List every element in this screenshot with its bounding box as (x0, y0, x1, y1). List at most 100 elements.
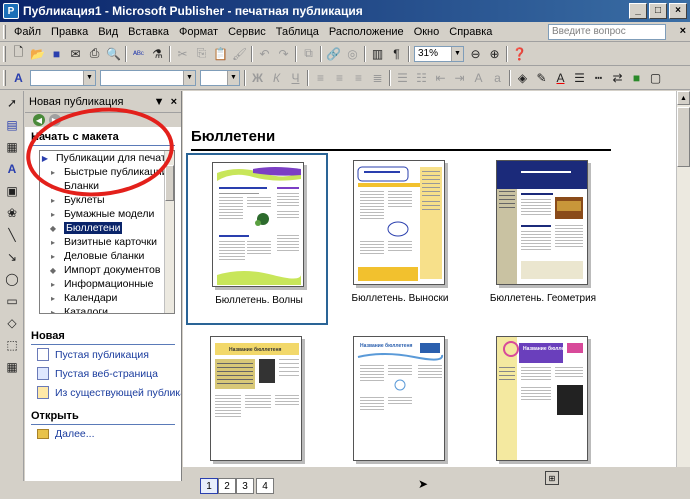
line-icon[interactable]: ╲ (2, 225, 22, 245)
tree-item-import-documents[interactable]: ◆ Импорт документов (40, 263, 174, 277)
text-box-icon[interactable]: ▤ (2, 115, 22, 135)
research-icon[interactable]: ⚗ (148, 44, 167, 63)
paste-icon[interactable]: 📋 (211, 44, 230, 63)
mail-icon[interactable]: ✉ (66, 44, 85, 63)
menu-table[interactable]: Таблица (271, 26, 324, 38)
menu-edit[interactable]: Правка (46, 26, 93, 38)
design-gallery-icon[interactable]: ▦ (2, 357, 22, 377)
toolbar-grip[interactable] (3, 69, 6, 86)
insert-table-icon[interactable]: ▦ (2, 137, 22, 157)
justify-icon[interactable]: ≣ (368, 68, 387, 87)
font-grow-icon[interactable]: A (469, 68, 488, 87)
thumbnail-newsletter-4[interactable]: Название бюллетеня (186, 329, 328, 467)
tree-item-business-forms[interactable]: ▸ Деловые бланки (40, 249, 174, 263)
pilcrow-icon[interactable]: ¶ (387, 44, 406, 63)
menu-file[interactable]: Файл (9, 26, 46, 38)
align-left-icon[interactable]: ≡ (311, 68, 330, 87)
new-icon[interactable]: 🗋 (9, 44, 28, 63)
oval-icon[interactable]: ◯ (2, 269, 22, 289)
styles-icon[interactable]: A (9, 68, 28, 87)
menu-tools[interactable]: Сервис (223, 26, 271, 38)
menu-arrange[interactable]: Расположение (324, 26, 409, 38)
3d-style-icon[interactable]: ▢ (646, 68, 665, 87)
numbering-icon[interactable]: ☰ (393, 68, 412, 87)
open-icon[interactable]: 📂 (28, 44, 47, 63)
tree-item-brochures[interactable]: ▸ Буклеты (40, 193, 174, 207)
underline-icon[interactable]: Ч (286, 68, 305, 87)
toolbar-grip[interactable] (3, 45, 6, 62)
menu-window[interactable]: Окно (409, 26, 445, 38)
maximize-button[interactable]: □ (649, 3, 667, 19)
increase-indent-icon[interactable]: ⇥ (450, 68, 469, 87)
link-blank-web-page[interactable]: Пустая веб-страница (25, 364, 181, 383)
thumbnail-newsletter-5[interactable]: Название бюллетеня (329, 329, 471, 467)
tree-item-informational[interactable]: ▸ Информационные (40, 277, 174, 291)
chevron-down-icon[interactable]: ▼ (83, 70, 95, 85)
shadow-style-icon[interactable]: ■ (627, 68, 646, 87)
tree-item-catalogs[interactable]: ▸ Каталоги (40, 305, 174, 313)
link-more[interactable]: Далее... (25, 425, 181, 443)
link-blank-publication[interactable]: Пустая публикация (25, 345, 181, 364)
tree-item-forms[interactable]: ▸ Бланки (40, 179, 174, 193)
print-preview-icon[interactable]: 🔍 (104, 44, 123, 63)
chevron-down-icon[interactable]: ▼ (154, 96, 165, 108)
thumbnail-newsletter-waves[interactable]: Бюллетень. Волны (186, 153, 328, 325)
font-shrink-icon[interactable]: a (488, 68, 507, 87)
tree-item-paper-models[interactable]: ▸ Бумажные модели (40, 207, 174, 221)
font-color-icon[interactable]: A (551, 68, 570, 87)
tree-item-business-cards[interactable]: ▸ Визитные карточки (40, 235, 174, 249)
picture-frame-icon[interactable]: ▣ (2, 181, 22, 201)
bold-icon[interactable]: Ж (248, 68, 267, 87)
page-button-3[interactable]: 3 (236, 478, 254, 494)
page-button-1[interactable]: 1 (200, 478, 218, 494)
menu-grip[interactable] (3, 24, 6, 39)
menu-insert[interactable]: Вставка (123, 26, 174, 38)
publisher-icon[interactable]: P (3, 3, 19, 19)
tree-root-print-publications[interactable]: ▶ Публикации для печати (40, 151, 174, 165)
select-objects-icon[interactable]: ➚ (2, 93, 22, 113)
ask-question-input[interactable]: Введите вопрос (548, 24, 666, 40)
dash-style-icon[interactable]: ┅ (589, 68, 608, 87)
undo-icon[interactable]: ↶ (255, 44, 274, 63)
fill-color-icon[interactable]: ◈ (513, 68, 532, 87)
gallery-scroll-thumb[interactable] (677, 107, 690, 167)
chevron-down-icon[interactable]: ▼ (451, 46, 463, 61)
thumbnail-newsletter-geometry[interactable]: Бюллетень. Геометрия (472, 153, 614, 325)
italic-icon[interactable]: К (267, 68, 286, 87)
rectangle-icon[interactable]: ▭ (2, 291, 22, 311)
chevron-down-icon[interactable]: ▼ (183, 70, 195, 85)
web-icon[interactable]: ◎ (343, 44, 362, 63)
minimize-button[interactable]: _ (629, 3, 647, 19)
link-from-existing[interactable]: Из существующей публикации (25, 383, 181, 402)
print-icon[interactable]: ⎙ (85, 44, 104, 63)
autoshapes-icon[interactable]: ◇ (2, 313, 22, 333)
hotspot-icon[interactable]: ⬚ (2, 335, 22, 355)
save-icon[interactable]: ■ (47, 44, 66, 63)
align-center-icon[interactable]: ≡ (330, 68, 349, 87)
help-icon[interactable]: ❓ (510, 44, 529, 63)
wordart-icon[interactable]: A (2, 159, 22, 179)
cut-icon[interactable]: ✂ (173, 44, 192, 63)
tree-scrollbar[interactable] (164, 151, 174, 313)
columns-icon[interactable]: ▥ (368, 44, 387, 63)
bullets-icon[interactable]: ☷ (412, 68, 431, 87)
close-document-icon[interactable]: × (680, 25, 686, 37)
line-color-icon[interactable]: ✎ (532, 68, 551, 87)
insert-hyperlink-icon[interactable]: 🔗 (324, 44, 343, 63)
arrow-style-icon[interactable]: ⇄ (608, 68, 627, 87)
redo-icon[interactable]: ↷ (274, 44, 293, 63)
tree-item-newsletters[interactable]: ◆ Бюллетени (40, 221, 174, 235)
thumbnail-newsletter-callouts[interactable]: Бюллетень. Выноски (329, 153, 471, 325)
menu-view[interactable]: Вид (93, 26, 123, 38)
style-combo[interactable]: ▼ (30, 69, 96, 86)
back-icon[interactable]: ◀ (33, 114, 45, 126)
bring-forward-icon[interactable]: ⧉ (299, 44, 318, 63)
copy-icon[interactable]: ⎘ (192, 44, 211, 63)
tree-scroll-thumb[interactable] (165, 165, 174, 201)
zoom-out-icon[interactable]: ⊖ (466, 44, 485, 63)
align-right-icon[interactable]: ≡ (349, 68, 368, 87)
zoom-in-icon[interactable]: ⊕ (485, 44, 504, 63)
tree-item-calendars[interactable]: ▸ Календари (40, 291, 174, 305)
page-button-2[interactable]: 2 (218, 478, 236, 494)
font-size-combo[interactable]: ▼ (200, 69, 240, 86)
